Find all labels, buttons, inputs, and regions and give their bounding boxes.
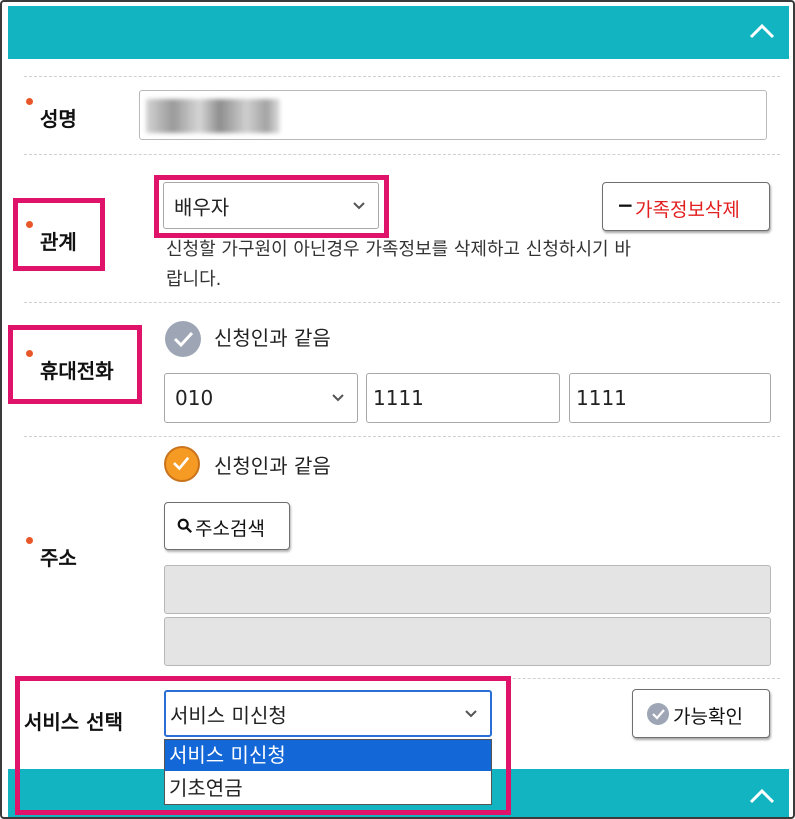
help-line-2: 랍니다. — [166, 269, 222, 290]
check-circle-icon[interactable] — [164, 446, 200, 482]
mobile-last-input[interactable]: 1111 — [569, 373, 771, 423]
address-label: 주소 — [40, 546, 77, 570]
service-option[interactable]: 서비스 미신청 — [165, 740, 491, 771]
relation-select[interactable]: 배우자 — [163, 182, 379, 229]
availability-check-button[interactable]: 가능확인 — [632, 689, 770, 738]
service-options-list[interactable]: 서비스 미신청 기초연금 — [164, 739, 492, 805]
chevron-up-icon[interactable] — [748, 783, 776, 811]
address-search-label: 주소검색 — [195, 518, 265, 540]
mobile-same-as-applicant-label[interactable]: 신청인과 같음 — [214, 322, 331, 351]
address-line1-field — [164, 565, 771, 614]
required-dot — [26, 98, 33, 105]
service-select-value: 서비스 미신청 — [170, 703, 287, 727]
mobile-middle-input[interactable]: 1111 — [366, 373, 560, 423]
masked-name — [146, 99, 280, 133]
relation-label: 관계 — [40, 230, 77, 254]
chevron-down-icon — [353, 201, 365, 209]
divider — [24, 436, 780, 437]
required-dot — [26, 350, 33, 357]
name-field[interactable] — [139, 90, 767, 140]
delete-family-info-button[interactable]: − 가족정보삭제 — [602, 182, 770, 231]
divider — [24, 154, 780, 155]
chevron-down-icon — [465, 709, 477, 717]
address-search-button[interactable]: 주소검색 — [164, 502, 290, 550]
help-line-1: 신청할 가구원이 아닌경우 가족정보를 삭제하고 신청하시기 바 — [166, 239, 631, 260]
delete-family-info-label: 가족정보삭제 — [635, 199, 740, 221]
service-label: 서비스 선택 — [24, 710, 123, 734]
name-label: 성명 — [40, 107, 77, 131]
check-circle-icon — [647, 703, 669, 725]
check-circle-icon[interactable] — [165, 321, 201, 357]
required-dot — [26, 537, 33, 544]
divider — [24, 302, 780, 303]
divider — [24, 76, 780, 77]
relation-select-value: 배우자 — [174, 195, 230, 219]
minus-icon: − — [617, 193, 634, 217]
service-option[interactable]: 기초연금 — [165, 772, 491, 804]
search-icon — [177, 518, 193, 534]
chevron-up-icon[interactable] — [748, 18, 776, 46]
mobile-prefix-select[interactable]: 010 — [164, 373, 358, 423]
service-select[interactable]: 서비스 미신청 — [164, 690, 492, 737]
divider — [24, 678, 780, 679]
mobile-middle-value: 1111 — [373, 386, 424, 410]
relation-help-text: 신청할 가구원이 아닌경우 가족정보를 삭제하고 신청하시기 바 랍니다. — [166, 235, 766, 295]
mobile-prefix-value: 010 — [175, 386, 214, 410]
mobile-label: 휴대전화 — [40, 359, 114, 383]
address-line2-field — [164, 617, 771, 666]
availability-check-label: 가능확인 — [673, 706, 743, 728]
section-header-bar[interactable] — [8, 6, 789, 59]
address-same-as-applicant-label[interactable]: 신청인과 같음 — [214, 450, 331, 479]
form-frame: 성명 관계 배우자 − 가족정보삭제 신청할 가구원이 아닌경우 가족정보를 삭… — [0, 0, 795, 819]
required-dot — [26, 221, 33, 228]
mobile-last-value: 1111 — [576, 386, 627, 410]
chevron-down-icon — [332, 394, 344, 402]
